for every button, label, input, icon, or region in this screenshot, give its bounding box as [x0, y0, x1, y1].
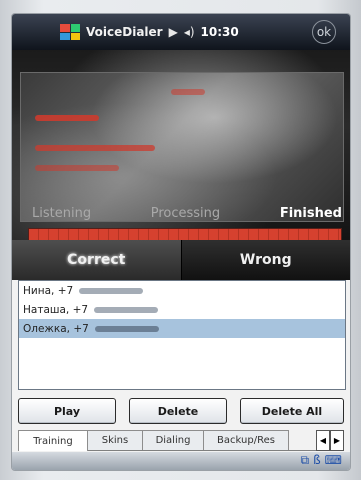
correct-button[interactable]: Correct — [12, 240, 182, 280]
delete-all-button[interactable]: Delete All — [240, 398, 344, 424]
result-line-blurred — [35, 165, 119, 171]
result-line-blurred — [35, 145, 155, 151]
result-line-blurred — [35, 115, 99, 121]
screen: VoiceDialer ▶ ◂) 10:30 ok Listening Proc… — [12, 14, 350, 470]
list-item-label: Олежка, +7 — [23, 322, 89, 335]
stage-listening: Listening — [32, 206, 92, 221]
stage-indicator: Listening Processing Finished — [32, 206, 342, 221]
arrow-left-icon[interactable]: ◀ — [316, 430, 330, 451]
list-item[interactable]: Наташа, +7 — [19, 300, 345, 319]
blurred-number — [94, 325, 159, 332]
clock[interactable]: 10:30 — [201, 25, 239, 39]
result-line-blurred — [171, 89, 205, 95]
list-item-label: Наташа, +7 — [23, 303, 89, 316]
play-button[interactable]: Play — [18, 398, 116, 424]
bluetooth-icon[interactable]: ß — [313, 453, 321, 468]
tab-training[interactable]: Training — [18, 430, 88, 451]
device-frame: VoiceDialer ▶ ◂) 10:30 ok Listening Proc… — [0, 0, 361, 480]
blurred-number — [79, 287, 144, 294]
keyboard-icon[interactable]: ⌨ — [325, 453, 342, 468]
app-title: VoiceDialer — [86, 25, 163, 39]
recognition-panel: Listening Processing Finished — [12, 50, 350, 244]
stage-processing: Processing — [150, 206, 221, 221]
delete-button[interactable]: Delete — [129, 398, 227, 424]
recognition-display — [20, 72, 344, 222]
tab-scroll-arrows: ◀ ▶ — [316, 430, 344, 451]
blurred-number — [94, 306, 159, 313]
volume-icon[interactable]: ◂) — [184, 25, 195, 39]
tray-icons: ⧉ ß ⌨ — [301, 453, 342, 468]
windows-logo-icon[interactable] — [60, 24, 80, 40]
connectivity-icon[interactable]: ⧉ — [301, 453, 310, 468]
bottom-tray: ⧉ ß ⌨ — [12, 452, 350, 470]
arrow-right-icon[interactable]: ▶ — [330, 430, 344, 451]
wrong-button[interactable]: Wrong — [181, 240, 350, 280]
stage-finished: Finished — [279, 206, 342, 221]
feedback-bar: Correct Wrong — [12, 240, 350, 280]
tab-strip: Training Skins Dialing Backup/Res ◀ ▶ — [18, 430, 344, 451]
list-item[interactable]: Нина, +7 — [19, 281, 345, 300]
tab-skins[interactable]: Skins — [87, 430, 143, 450]
list-item-label: Нина, +7 — [23, 284, 74, 297]
training-list[interactable]: Нина, +7 Наташа, +7 Олежка, +7 — [18, 280, 346, 390]
close-icon[interactable]: ok — [312, 20, 336, 44]
title-bar: VoiceDialer ▶ ◂) 10:30 ok — [12, 14, 350, 50]
list-item-selected[interactable]: Олежка, +7 — [19, 319, 345, 338]
signal-icon: ▶ — [168, 25, 178, 39]
tab-dialing[interactable]: Dialing — [142, 430, 204, 450]
action-buttons: Play Delete Delete All — [18, 398, 344, 424]
tab-backup-restore[interactable]: Backup/Res — [203, 430, 289, 450]
